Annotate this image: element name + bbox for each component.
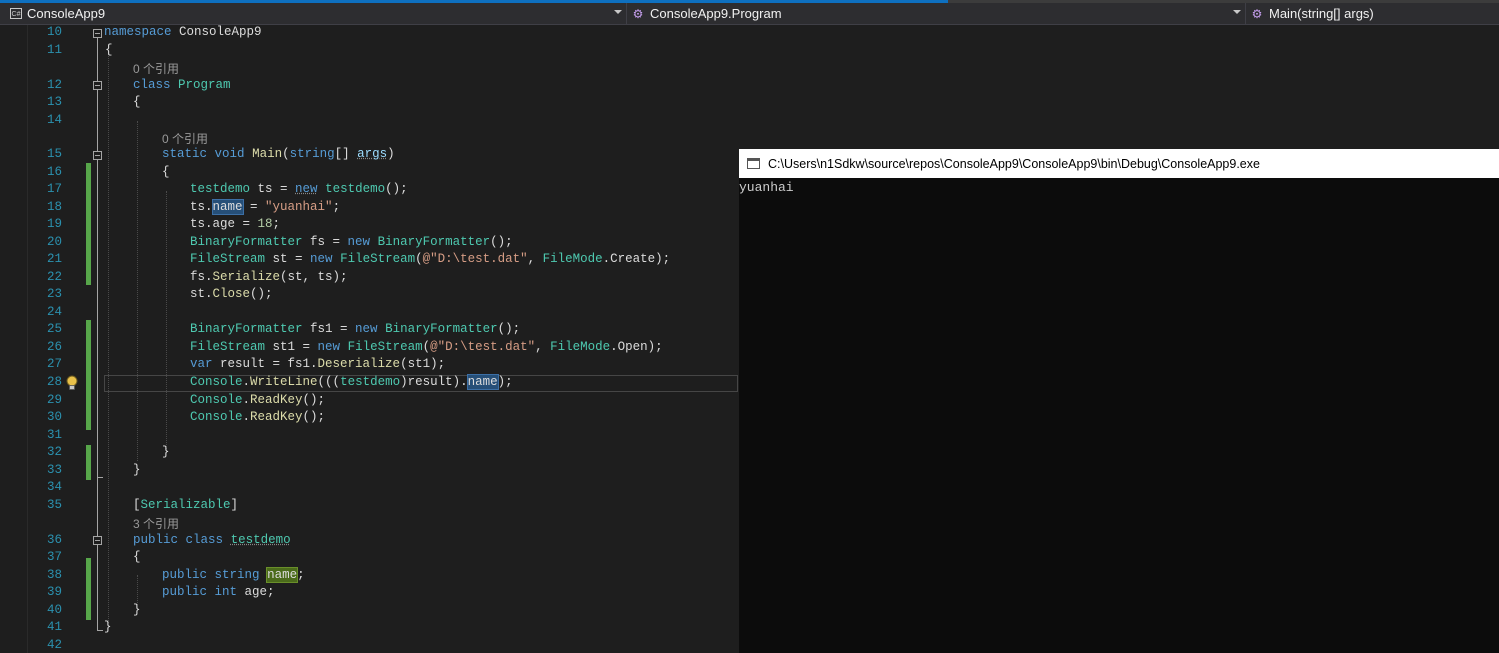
lightbulb-icon[interactable] [65,375,79,391]
line-number: 36 [46,532,62,547]
code-line-41[interactable]: } [104,620,112,634]
line-number: 21 [46,252,62,266]
member-dropdown[interactable]: ⚙ Main(string[] args) [1246,3,1499,24]
line-number: 11 [46,42,62,57]
project-dropdown-label: ConsoleApp9 [27,6,106,21]
code-line-23[interactable]: st.Close(); [190,287,273,301]
project-dropdown[interactable]: C# ConsoleApp9 [0,3,626,24]
line-number: 35 [46,497,62,512]
line-number: 25 [46,322,62,336]
line-number: 26 [46,339,62,354]
line-number: 28 [46,375,62,389]
code-line-26[interactable]: FileStream st1 = new FileStream(@"D:\tes… [190,340,663,354]
class-icon: ⚙ [632,6,644,21]
changed-lines-bar [86,320,91,430]
line-number: 20 [46,234,62,249]
line-number: 15 [46,147,62,161]
code-line-25[interactable]: BinaryFormatter fs1 = new BinaryFormatte… [190,322,520,336]
line-number: 12 [46,77,62,92]
code-line-32[interactable]: } [162,445,170,459]
changed-lines-bar [86,445,91,480]
line-number: 23 [46,287,62,301]
code-line-38[interactable]: public string name; [162,566,305,583]
collapse-class-toggle[interactable] [93,81,102,90]
code-line-29[interactable]: Console.ReadKey(); [190,393,325,407]
line-number: 14 [46,112,62,127]
line-number: 42 [46,637,62,652]
code-line-17[interactable]: testdemo ts = new testdemo(); [190,182,408,196]
line-number: 24 [46,304,62,319]
code-line-11[interactable]: { [105,43,113,57]
chevron-down-icon[interactable] [1233,10,1241,14]
code-lens-main-references[interactable]: 0 个引用 [162,130,208,147]
line-number: 40 [46,602,62,617]
console-output: yuanhai [739,180,794,195]
code-line-37[interactable]: { [133,550,141,564]
line-number: 32 [46,445,62,459]
code-line-18[interactable]: ts.name = "yuanhai"; [190,198,340,215]
collapse-main-toggle[interactable] [93,151,102,160]
line-number: 39 [46,585,62,599]
code-line-35[interactable]: [Serializable] [133,498,238,512]
console-window-icon [747,158,760,169]
line-number: 13 [46,95,62,109]
code-line-20[interactable]: BinaryFormatter fs = new BinaryFormatter… [190,235,513,249]
reference-highlight: name [211,198,244,215]
console-title-bar[interactable]: C:\Users\n1Sdkw\source\repos\ConsoleApp9… [739,149,1499,178]
code-line-16[interactable]: { [162,165,170,179]
class-dropdown-label: ConsoleApp9.Program [650,6,782,21]
code-line-10[interactable]: namespace ConsoleApp9 [104,25,262,39]
indicator-margin[interactable] [0,25,28,653]
line-number: 38 [46,567,62,582]
changed-lines-bar [86,558,91,620]
member-dropdown-label: Main(string[] args) [1269,6,1374,21]
csharp-project-icon: C# [10,8,22,19]
code-line-22[interactable]: fs.Serialize(st, ts); [190,270,348,284]
definition-highlight: name [266,566,299,583]
code-lens-program-references[interactable]: 0 个引用 [133,60,179,77]
code-line-40[interactable]: } [133,603,141,617]
line-number: 30 [46,410,62,424]
line-number: 41 [46,620,62,634]
code-line-28[interactable]: Console.WriteLine(((testdemo)result).nam… [190,374,513,390]
line-number: 31 [46,427,62,442]
code-line-13[interactable]: { [133,95,141,109]
line-number: 10 [46,25,62,39]
code-line-15[interactable]: static void Main(string[] args) [162,147,395,161]
line-number: 16 [46,164,62,179]
collapse-namespace-toggle[interactable] [93,29,102,38]
line-number: 22 [46,269,62,284]
code-line-30[interactable]: Console.ReadKey(); [190,410,325,424]
line-number: 33 [46,462,62,477]
line-number: 18 [46,199,62,214]
line-number: 27 [46,357,62,371]
navigation-bar: C# ConsoleApp9 ⚙ ConsoleApp9.Program ⚙ M… [0,3,1499,25]
console-window[interactable]: C:\Users\n1Sdkw\source\repos\ConsoleApp9… [739,149,1499,653]
line-number: 37 [46,550,62,564]
line-number: 17 [46,182,62,196]
code-line-12[interactable]: class Program [133,78,231,92]
line-number: 19 [46,217,62,231]
code-line-21[interactable]: FileStream st = new FileStream(@"D:\test… [190,252,670,266]
code-lens-testdemo-references[interactable]: 3 个引用 [133,515,179,532]
console-title: C:\Users\n1Sdkw\source\repos\ConsoleApp9… [768,156,1260,171]
code-line-33[interactable]: } [133,463,141,477]
line-number: 29 [46,392,62,407]
collapse-testdemo-toggle[interactable] [93,536,102,545]
reference-highlight: name [466,374,499,390]
chevron-down-icon[interactable] [614,10,622,14]
code-line-39[interactable]: public int age; [162,585,275,599]
class-dropdown[interactable]: ⚙ ConsoleApp9.Program [627,3,1245,24]
code-line-36[interactable]: public class testdemo [133,533,291,547]
code-line-19[interactable]: ts.age = 18; [190,217,280,231]
changed-lines-bar [86,163,91,285]
line-number: 34 [46,480,62,494]
method-icon: ⚙ [1251,6,1263,21]
code-line-27[interactable]: var result = fs1.Deserialize(st1); [190,357,445,371]
